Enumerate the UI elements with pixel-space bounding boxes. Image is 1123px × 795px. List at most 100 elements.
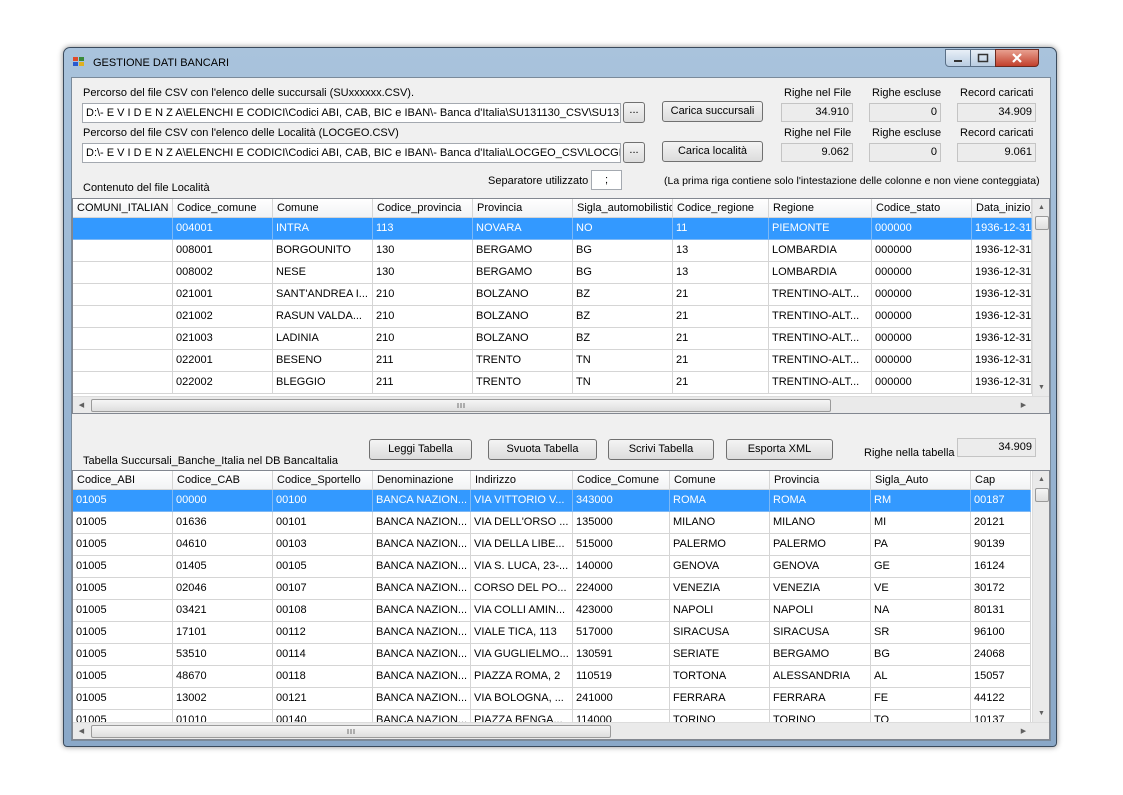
table-cell[interactable]: VIA DELL'ORSO ... [471, 512, 573, 534]
table-cell[interactable]: 210 [373, 328, 473, 350]
table-cell[interactable] [73, 328, 173, 350]
table-cell[interactable]: 135000 [573, 512, 670, 534]
localita-path-field[interactable]: D:\- E V I D E N Z A\ELENCHI E CODICI\Co… [82, 143, 621, 163]
succursali-grid[interactable]: Codice_ABI Codice_CAB Codice_Sportello Deno… [72, 470, 1050, 740]
table-cell[interactable]: 000000 [872, 306, 972, 328]
table-cell[interactable]: 01405 [173, 556, 273, 578]
table-cell[interactable]: 13 [673, 262, 769, 284]
table-cell[interactable]: SANT'ANDREA I... [273, 284, 373, 306]
scroll-right-icon[interactable]: ▶ [1015, 397, 1032, 413]
table-cell[interactable]: 01005 [73, 644, 173, 666]
table-cell[interactable]: 423000 [573, 600, 670, 622]
table-cell[interactable]: BG [871, 644, 971, 666]
load-succursali-button[interactable]: Carica succursali [662, 101, 763, 122]
table-cell[interactable]: 04610 [173, 534, 273, 556]
table-cell[interactable] [73, 262, 173, 284]
table-cell[interactable]: 21 [673, 284, 769, 306]
table-cell[interactable]: VENEZIA [670, 578, 770, 600]
scroll-up-icon[interactable]: ▲ [1033, 471, 1049, 488]
table-cell[interactable]: 21 [673, 372, 769, 394]
table-cell[interactable]: 01005 [73, 578, 173, 600]
table-cell[interactable]: BANCA NAZION... [373, 622, 471, 644]
scroll-thumb-horizontal[interactable] [91, 725, 611, 738]
table-cell[interactable]: 00101 [273, 512, 373, 534]
localita-horizontal-scrollbar[interactable]: ◀ ▶ [73, 396, 1049, 413]
table-row[interactable]: 01005 53510 00114 BANCA NAZION... VIA GUGLIE… [73, 644, 1031, 666]
table-cell[interactable]: 110519 [573, 666, 670, 688]
table-cell[interactable]: VIA GUGLIELMO... [471, 644, 573, 666]
table-cell[interactable]: BANCA NAZION... [373, 534, 471, 556]
table-cell[interactable] [73, 350, 173, 372]
table-cell[interactable]: 15057 [971, 666, 1031, 688]
table-cell[interactable] [73, 240, 173, 262]
table-cell[interactable]: 00108 [273, 600, 373, 622]
table-cell[interactable]: 20121 [971, 512, 1031, 534]
table-cell[interactable]: TRENTINO-ALT... [769, 284, 872, 306]
table-row[interactable]: 01005 01636 00101 BANCA NAZION... VIA DELL'O… [73, 512, 1031, 534]
table-cell[interactable]: 210 [373, 306, 473, 328]
table-cell[interactable]: SIRACUSA [770, 622, 871, 644]
table-cell[interactable]: BANCA NAZION... [373, 644, 471, 666]
table-cell[interactable]: PIAZZA ROMA, 2 [471, 666, 573, 688]
table-cell[interactable]: BG [573, 240, 673, 262]
table-cell[interactable]: 1936-12-31 [972, 372, 1032, 394]
table-cell[interactable]: RM [871, 490, 971, 512]
table-cell[interactable]: ALESSANDRIA [770, 666, 871, 688]
table-cell[interactable] [73, 306, 173, 328]
column-header[interactable]: Cap [971, 471, 1031, 490]
table-cell[interactable]: 021002 [173, 306, 273, 328]
table-cell[interactable]: 022002 [173, 372, 273, 394]
table-cell[interactable]: BZ [573, 328, 673, 350]
column-header[interactable]: Codice_stato [872, 199, 972, 218]
table-cell[interactable]: PA [871, 534, 971, 556]
table-cell[interactable]: 16124 [971, 556, 1031, 578]
table-cell[interactable]: BERGAMO [770, 644, 871, 666]
column-header[interactable]: Provincia [770, 471, 871, 490]
table-cell[interactable]: 008002 [173, 262, 273, 284]
table-cell[interactable]: GENOVA [670, 556, 770, 578]
table-cell[interactable]: BERGAMO [473, 262, 573, 284]
table-cell[interactable]: TRENTINO-ALT... [769, 372, 872, 394]
table-cell[interactable]: 000000 [872, 240, 972, 262]
table-cell[interactable]: SR [871, 622, 971, 644]
table-cell[interactable]: 00000 [173, 490, 273, 512]
table-cell[interactable]: 02046 [173, 578, 273, 600]
table-row[interactable]: 004001 INTRA 113 NOVARA NO 11 PIEMONTE 000000 19… [73, 218, 1032, 240]
maximize-button[interactable] [970, 49, 996, 67]
table-cell[interactable]: 17101 [173, 622, 273, 644]
table-cell[interactable]: VIA VITTORIO V... [471, 490, 573, 512]
table-cell[interactable]: VENEZIA [770, 578, 871, 600]
table-row[interactable]: 022001 BESENO 211 TRENTO TN 21 TRENTINO-ALT...… [73, 350, 1032, 372]
succursali-vertical-scrollbar[interactable]: ▲ ▼ [1032, 471, 1049, 722]
write-table-button[interactable]: Scrivi Tabella [608, 439, 714, 460]
table-cell[interactable]: 113 [373, 218, 473, 240]
table-cell[interactable]: VIALE TICA, 113 [471, 622, 573, 644]
table-row[interactable]: 008001 BORGOUNITO 130 BERGAMO BG 13 LOMBARDIA 0… [73, 240, 1032, 262]
column-header[interactable]: Codice_CAB [173, 471, 273, 490]
table-cell[interactable]: 01005 [73, 556, 173, 578]
column-header[interactable]: Data_inizio_ [972, 199, 1032, 218]
column-header[interactable]: Codice_provincia [373, 199, 473, 218]
table-cell[interactable]: 00114 [273, 644, 373, 666]
table-cell[interactable]: 130591 [573, 644, 670, 666]
table-cell[interactable]: BG [573, 262, 673, 284]
column-header[interactable]: Regione [769, 199, 872, 218]
table-row[interactable]: 021002 RASUN VALDA... 210 BOLZANO BZ 21 TRENTI… [73, 306, 1032, 328]
export-xml-button[interactable]: Esporta XML [726, 439, 833, 460]
table-cell[interactable]: VIA S. LUCA, 23-... [471, 556, 573, 578]
column-header[interactable]: Indirizzo [471, 471, 573, 490]
table-cell[interactable]: 44122 [971, 688, 1031, 710]
table-cell[interactable]: 01005 [73, 490, 173, 512]
table-cell[interactable]: 48670 [173, 666, 273, 688]
scroll-down-icon[interactable]: ▼ [1033, 379, 1049, 396]
scroll-right-icon[interactable]: ▶ [1015, 723, 1032, 739]
table-cell[interactable]: LOMBARDIA [769, 240, 872, 262]
table-cell[interactable]: 01005 [73, 688, 173, 710]
localita-vertical-scrollbar[interactable]: ▲ ▼ [1032, 199, 1049, 396]
table-cell[interactable]: 21 [673, 350, 769, 372]
table-cell[interactable]: NA [871, 600, 971, 622]
table-cell[interactable]: 000000 [872, 284, 972, 306]
table-cell[interactable]: MILANO [670, 512, 770, 534]
table-cell[interactable]: 00100 [273, 490, 373, 512]
table-cell[interactable]: BANCA NAZION... [373, 512, 471, 534]
